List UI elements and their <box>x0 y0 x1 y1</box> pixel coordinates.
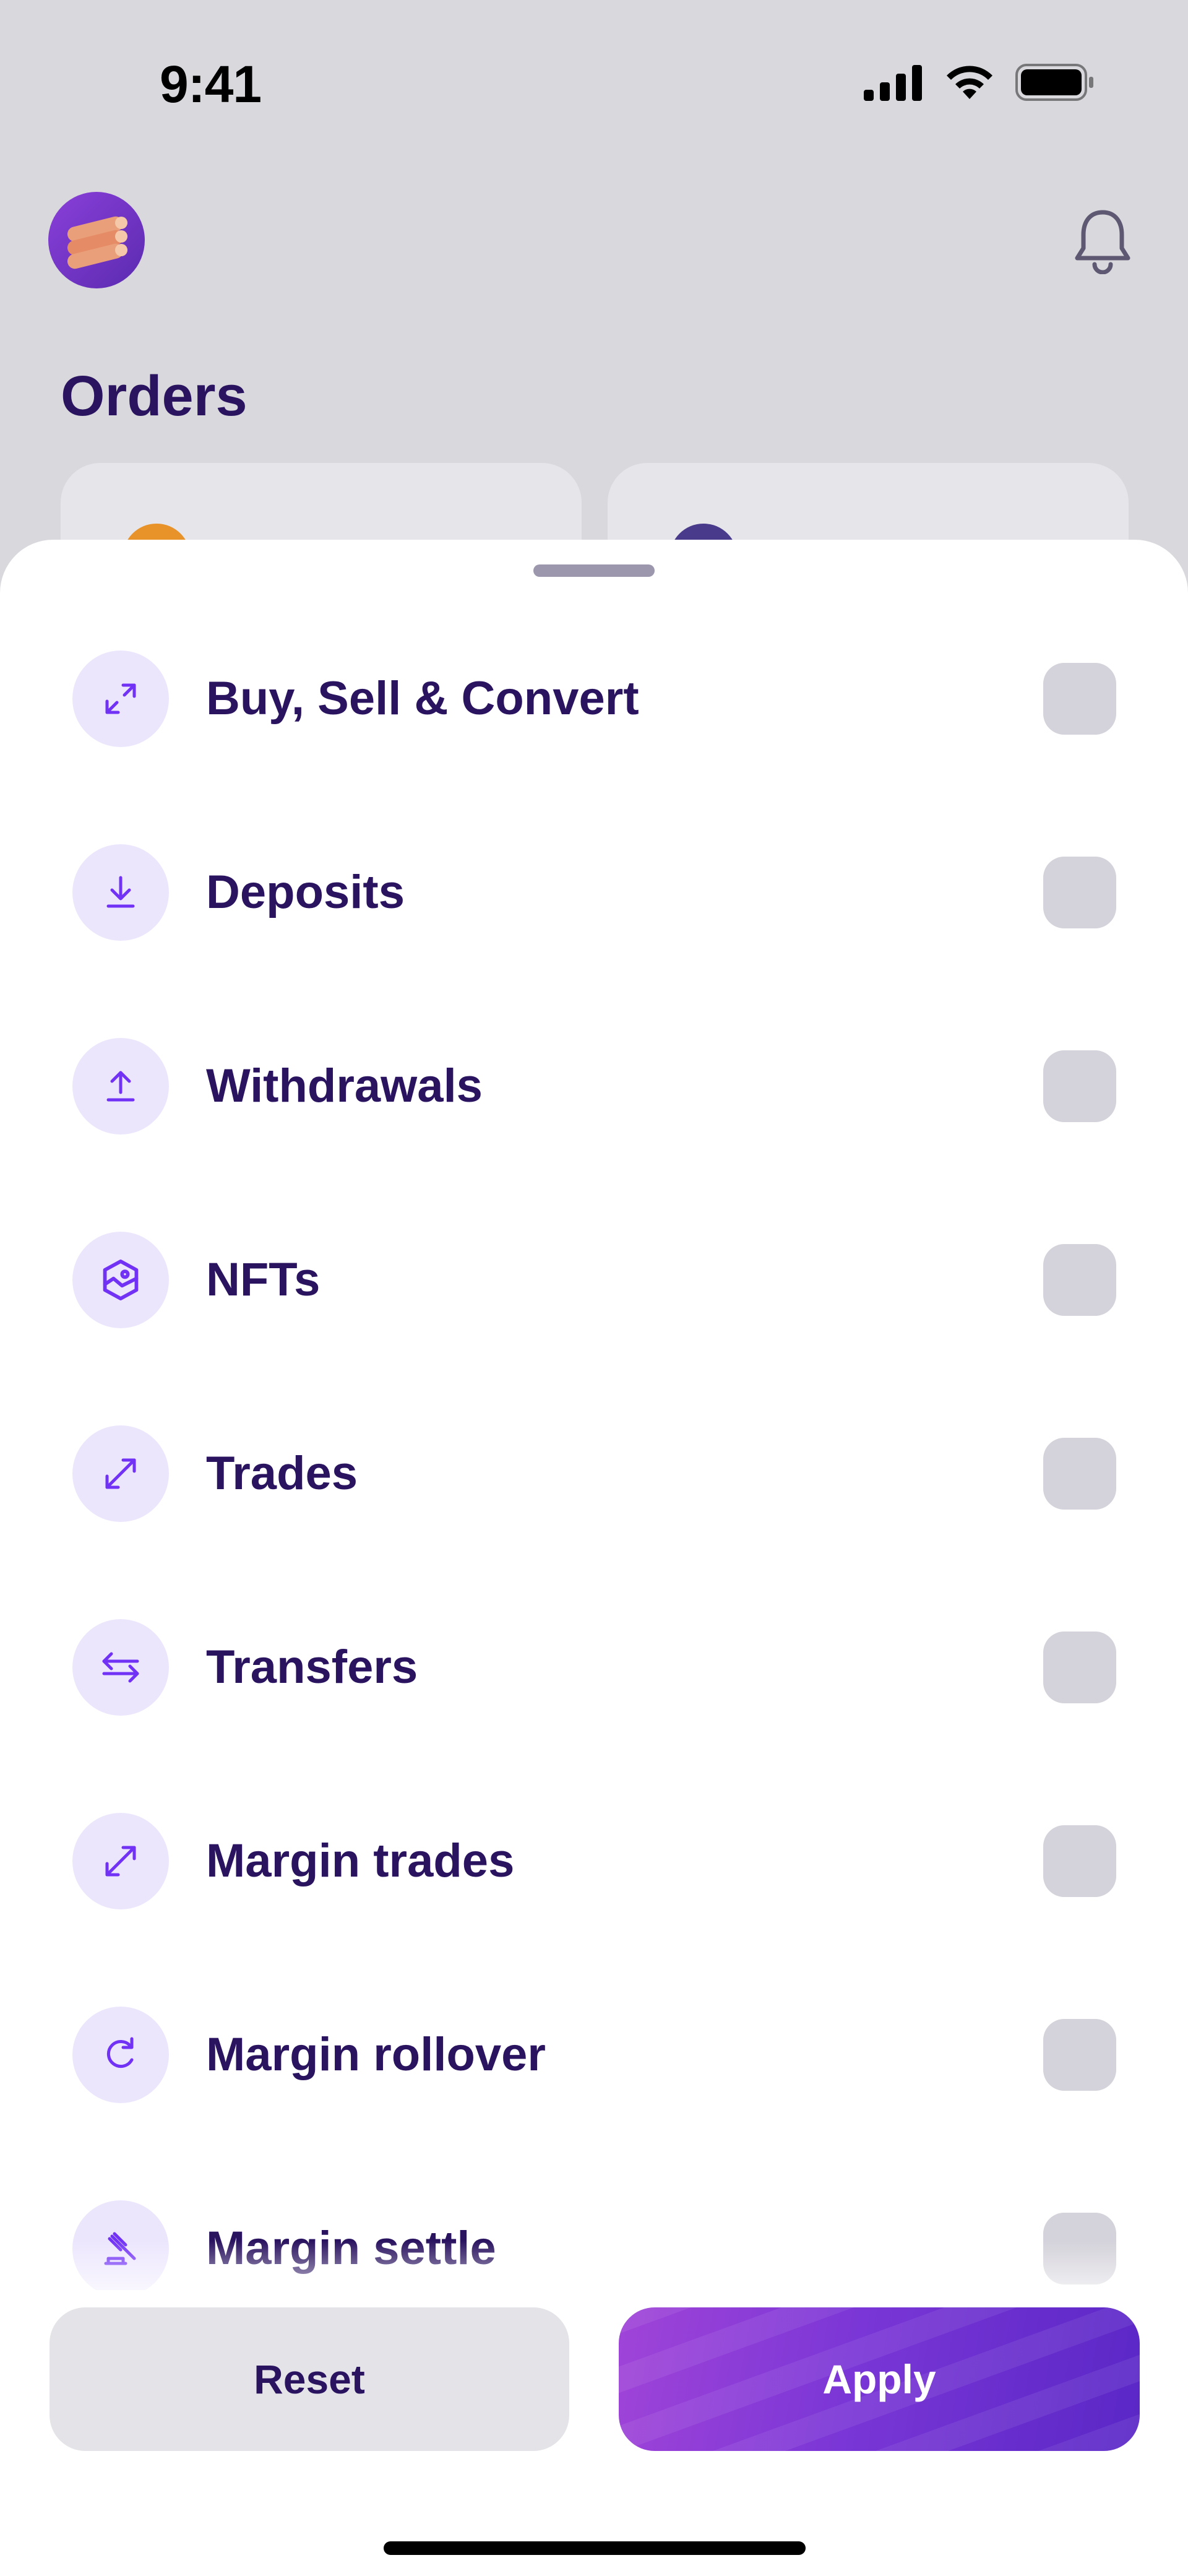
cellular-signal-icon <box>864 65 922 101</box>
filter-checkbox[interactable] <box>1043 857 1116 928</box>
filter-label: Buy, Sell & Convert <box>206 672 639 725</box>
filter-label: Margin trades <box>206 1835 515 1887</box>
filter-item-margin-trades[interactable]: Margin trades <box>0 1799 1188 1923</box>
reset-button[interactable]: Reset <box>50 2307 569 2451</box>
filter-item-margin-rollover[interactable]: Margin rollover <box>0 1993 1188 2117</box>
filter-checkbox[interactable] <box>1043 1244 1116 1316</box>
filter-checkbox[interactable] <box>1043 663 1116 735</box>
battery-icon <box>1015 64 1093 101</box>
status-icons <box>863 63 1095 102</box>
deposit-icon <box>72 844 169 941</box>
status-time: 9:41 <box>160 55 262 113</box>
filter-label: NFTs <box>206 1253 321 1306</box>
margin-trades-icon <box>72 1813 169 1909</box>
filter-label: Transfers <box>206 1641 418 1693</box>
filter-checkbox[interactable] <box>1043 2019 1116 2091</box>
filter-checkbox[interactable] <box>1043 1825 1116 1897</box>
trades-icon <box>72 1425 169 1522</box>
filter-label: Withdrawals <box>206 1060 483 1112</box>
transfers-icon <box>72 1619 169 1716</box>
filter-item-trades[interactable]: Trades <box>0 1412 1188 1536</box>
home-indicator[interactable] <box>384 2541 806 2555</box>
filter-checkbox[interactable] <box>1043 1632 1116 1703</box>
buy-sell-convert-icon <box>72 650 169 747</box>
filter-label: Trades <box>206 1447 358 1500</box>
apply-button-label: Apply <box>822 2356 936 2402</box>
withdrawal-icon <box>72 1038 169 1135</box>
avatar[interactable] <box>48 192 145 288</box>
sheet-grabber[interactable] <box>533 564 655 577</box>
bell-icon[interactable] <box>1074 207 1132 274</box>
filter-label: Deposits <box>206 866 405 918</box>
apply-button[interactable]: Apply <box>619 2307 1140 2451</box>
filter-item-buy-sell-convert[interactable]: Buy, Sell & Convert <box>0 637 1188 761</box>
reset-button-label: Reset <box>254 2356 365 2402</box>
wifi-icon <box>947 66 992 99</box>
nft-icon <box>72 1232 169 1328</box>
page-title: Orders <box>61 365 248 428</box>
margin-rollover-icon <box>72 2007 169 2103</box>
sheet-action-bar: Reset Apply <box>0 2290 1188 2576</box>
filter-item-transfers[interactable]: Transfers <box>0 1606 1188 1729</box>
filter-checkbox[interactable] <box>1043 1438 1116 1510</box>
filter-item-withdrawals[interactable]: Withdrawals <box>0 1024 1188 1148</box>
filter-label: Margin rollover <box>206 2028 546 2081</box>
filter-item-deposits[interactable]: Deposits <box>0 831 1188 954</box>
filter-checkbox[interactable] <box>1043 1050 1116 1122</box>
logs-avatar-illustration <box>67 216 127 269</box>
status-bar: 9:41 <box>0 0 1188 167</box>
filter-item-nfts[interactable]: NFTs <box>0 1218 1188 1342</box>
